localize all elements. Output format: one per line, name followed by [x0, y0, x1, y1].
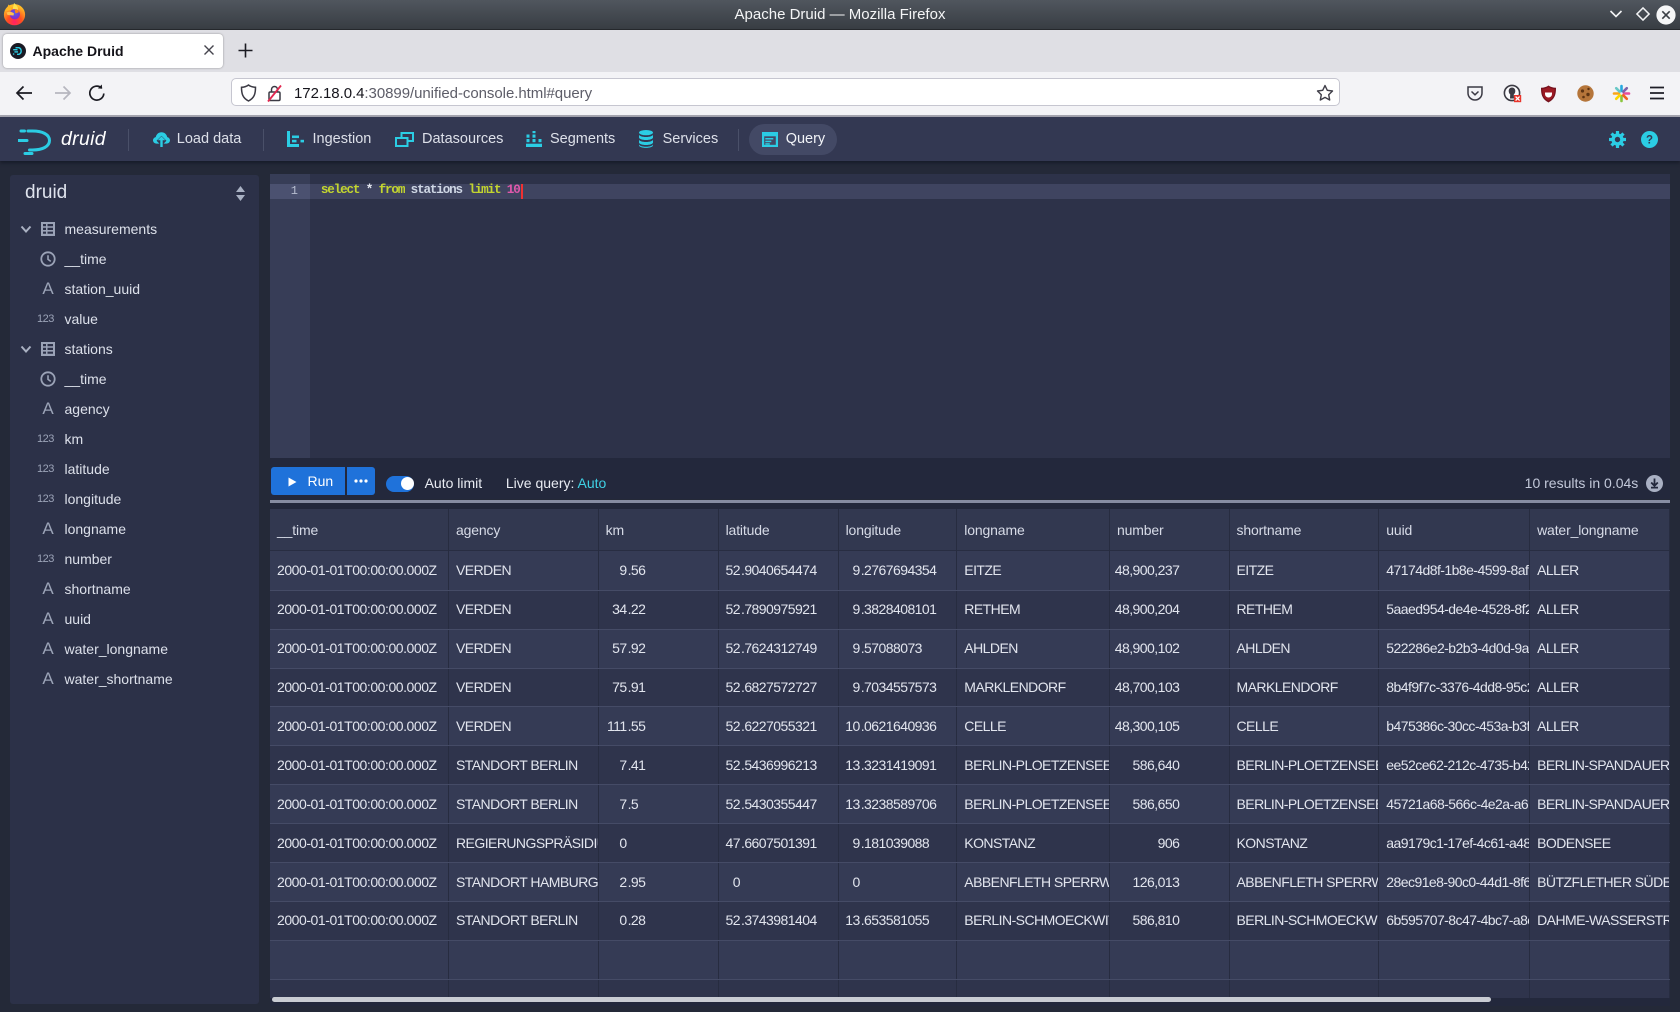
svg-text:?: ? — [1646, 135, 1653, 147]
